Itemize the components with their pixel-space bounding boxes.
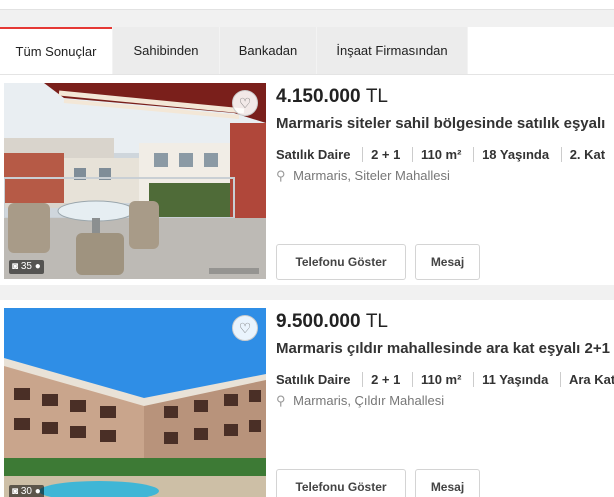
feature-type: Satılık Daire (276, 147, 351, 162)
listing-title[interactable]: Marmaris siteler sahil bölgesinde satılı… (276, 115, 614, 132)
listing-features: Satılık Daire 2 + 1 110 m² 18 Yaşında 2.… (276, 147, 614, 162)
location-pin-icon: ⚲ (276, 393, 286, 408)
feature-area: 110 m² (411, 372, 469, 387)
feature-rooms: 2 + 1 (362, 372, 408, 387)
heart-outline-icon: ♡ (238, 320, 252, 336)
listing-photo[interactable]: ♡ ◙ 35 ● (4, 83, 266, 279)
tab-from-construction-firm[interactable]: İnşaat Firmasından (317, 27, 467, 74)
price-currency: TL (365, 86, 388, 107)
feature-type: Satılık Daire (276, 372, 351, 387)
price-amount: 4.150.000 (276, 86, 361, 107)
listing-features: Satılık Daire 2 + 1 110 m² 11 Yaşında Ar… (276, 372, 614, 387)
heart-outline-icon: ♡ (238, 95, 252, 111)
location-text: Marmaris, Siteler Mahallesi (293, 168, 450, 183)
listing-price: 4.150.000 TL (276, 86, 388, 108)
listing-title[interactable]: Marmaris çıldır mahallesinde ara kat eşy… (276, 340, 614, 357)
tab-from-bank[interactable]: Bankadan (220, 27, 316, 74)
video-icon: ● (34, 261, 41, 272)
camera-icon: ◙ (12, 486, 19, 497)
favorite-button[interactable]: ♡ (232, 90, 258, 116)
location-text: Marmaris, Çıldır Mahallesi (293, 393, 445, 408)
listing-photo[interactable]: ♡ ◙ 30 ● (4, 308, 266, 497)
price-currency: TL (365, 311, 388, 332)
feature-area: 110 m² (411, 147, 469, 162)
photo-count: 30 (20, 486, 32, 497)
feature-age: 18 Yaşında (473, 147, 557, 162)
feature-floor: 2. Kat (560, 147, 613, 162)
listing-price: 9.500.000 TL (276, 311, 388, 333)
tab-all-results[interactable]: Tüm Sonuçlar (0, 27, 112, 74)
feature-rooms: 2 + 1 (362, 147, 408, 162)
show-phone-button[interactable]: Telefonu Göster (276, 244, 406, 280)
feature-age: 11 Yaşında (473, 372, 556, 387)
result-tabs: Tüm Sonuçlar Sahibinden Bankadan İnşaat … (0, 27, 614, 75)
photo-count-badge: ◙ 30 ● (9, 485, 44, 497)
listing-location: ⚲ Marmaris, Çıldır Mahallesi (276, 393, 444, 409)
tabs-filler (468, 27, 614, 74)
show-phone-button[interactable]: Telefonu Göster (276, 469, 406, 497)
camera-icon: ◙ (12, 261, 19, 272)
photo-count: 35 (20, 261, 32, 272)
location-pin-icon: ⚲ (276, 168, 286, 183)
listing-card[interactable]: ♡ ◙ 30 ● 9.500.000 TL Marmaris çıldır ma… (0, 300, 614, 497)
photo-count-badge: ◙ 35 ● (9, 260, 44, 274)
message-button[interactable]: Mesaj (415, 244, 480, 280)
tab-from-owner[interactable]: Sahibinden (113, 27, 219, 74)
listing-location: ⚲ Marmaris, Siteler Mahallesi (276, 168, 450, 184)
top-bar (0, 0, 614, 10)
video-icon: ● (34, 486, 41, 497)
message-button[interactable]: Mesaj (415, 469, 480, 497)
price-amount: 9.500.000 (276, 311, 361, 332)
feature-floor: Ara Kat (559, 372, 614, 387)
listing-card[interactable]: ♡ ◙ 35 ● 4.150.000 TL Marmaris siteler s… (0, 75, 614, 285)
favorite-button[interactable]: ♡ (232, 315, 258, 341)
